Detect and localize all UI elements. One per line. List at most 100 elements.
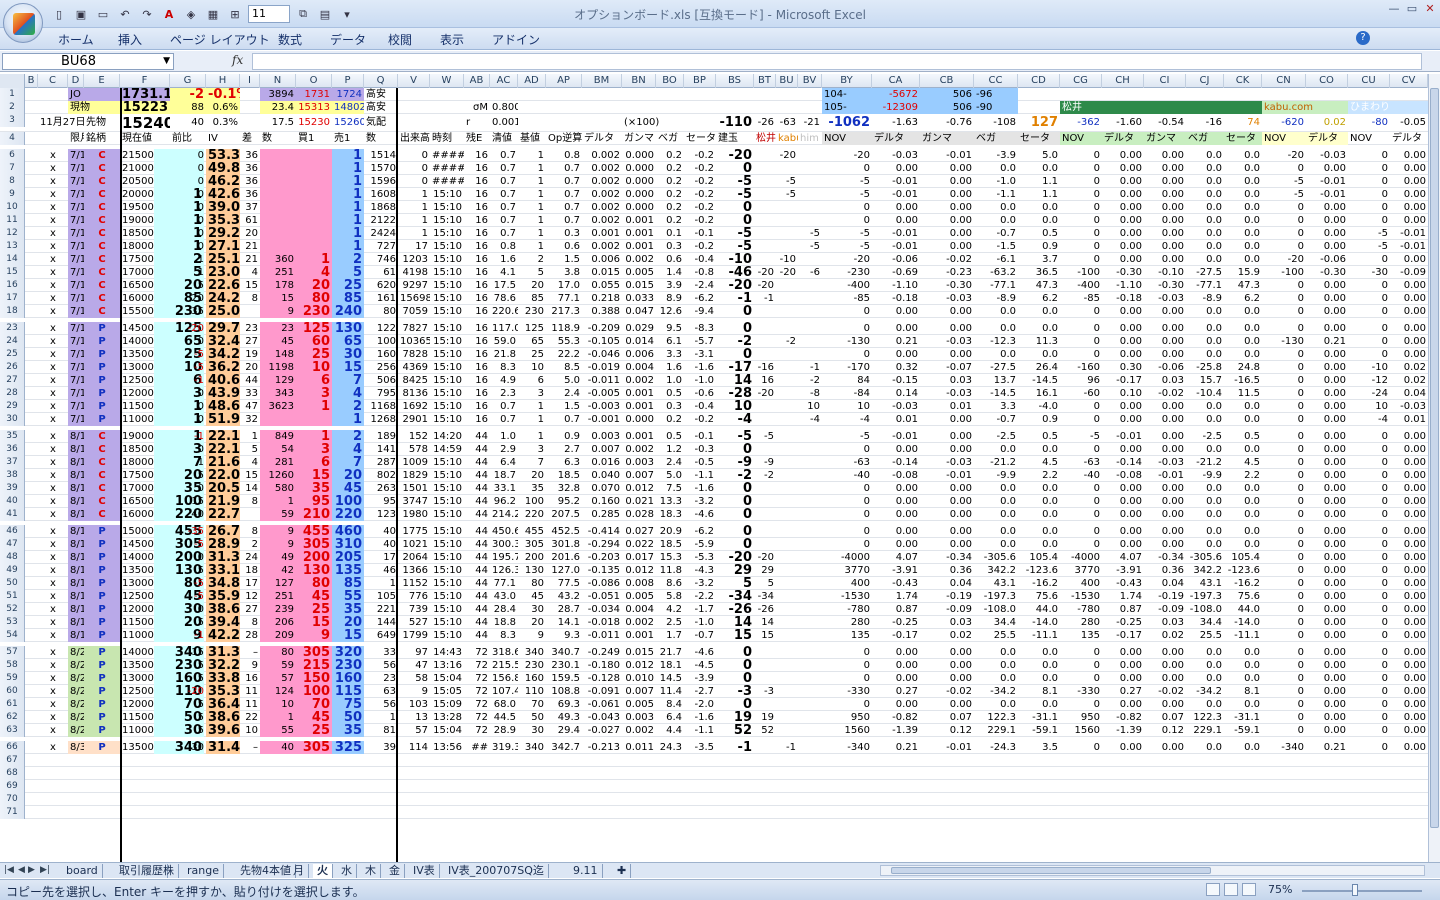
cell[interactable]: 0.00 — [1390, 646, 1428, 659]
cell[interactable]: 2901 — [398, 413, 430, 426]
cell[interactable]: -4.6 — [684, 508, 716, 521]
cell[interactable]: NOV — [1060, 132, 1102, 145]
cell[interactable]: (×100) — [622, 114, 684, 132]
cell[interactable] — [260, 227, 296, 240]
cell[interactable]: 0 — [1060, 672, 1102, 685]
cell[interactable]: 57 — [260, 672, 296, 685]
cell[interactable]: 0.047 — [622, 305, 656, 318]
cell[interactable]: 0.00 — [1390, 672, 1428, 685]
cell[interactable] — [754, 672, 776, 685]
cell[interactable] — [776, 564, 798, 577]
cell[interactable]: -20 — [170, 322, 206, 335]
cell[interactable]: -12309 — [872, 101, 920, 114]
cell[interactable]: 5 — [518, 266, 546, 279]
cell[interactable]: – — [240, 646, 260, 659]
cell[interactable]: 11.4 — [656, 685, 684, 698]
row-header[interactable]: 1 — [0, 88, 25, 101]
cell[interactable]: -3.5 — [684, 741, 716, 754]
cell[interactable]: 22.0 — [206, 469, 240, 482]
cell[interactable]: 0.00 — [1306, 672, 1348, 685]
cell[interactable]: 0 — [822, 672, 872, 685]
cell[interactable]: 0.0 — [1224, 253, 1262, 266]
cell[interactable] — [754, 201, 776, 214]
cell[interactable] — [798, 201, 822, 214]
cell[interactable]: P — [84, 400, 120, 413]
tab-formulas[interactable]: 数式 — [278, 31, 302, 48]
cell[interactable]: 15260 — [332, 114, 364, 132]
row-header[interactable]: 50 — [0, 577, 25, 590]
cell[interactable]: 31.3 — [206, 551, 240, 564]
cell[interactable]: -0.15 — [872, 374, 920, 387]
cell[interactable]: 5.0 — [1018, 149, 1060, 162]
cell[interactable]: 0.00 — [1306, 659, 1348, 672]
cell[interactable]: 38.6 — [206, 603, 240, 616]
cell[interactable]: 7/12 — [68, 335, 84, 348]
cell[interactable]: -34 — [716, 590, 754, 603]
cell[interactable]: 34.2 — [206, 348, 240, 361]
cell[interactable]: 0.02 — [1306, 114, 1348, 132]
row-header[interactable]: 39 — [0, 482, 25, 495]
cell[interactable]: 42 — [260, 564, 296, 577]
cell[interactable]: 81 — [364, 724, 398, 737]
cell[interactable]: 220.6 — [490, 305, 518, 318]
cell[interactable]: -0.091 — [582, 685, 622, 698]
cell[interactable]: 0 — [1262, 724, 1306, 737]
cell[interactable]: 7/12 — [68, 149, 84, 162]
cell[interactable] — [296, 162, 332, 175]
cell[interactable]: 0.9 — [1018, 413, 1060, 426]
cell[interactable]: 0 — [170, 175, 206, 188]
cell[interactable]: 75.6 — [1018, 590, 1060, 603]
cell[interactable] — [776, 387, 798, 400]
cell[interactable]: 6.2 — [1018, 292, 1060, 305]
cell[interactable]: 0 — [1262, 685, 1306, 698]
cell[interactable]: 差 — [240, 132, 260, 145]
cell[interactable]: 0.00 — [1102, 413, 1144, 426]
cell[interactable]: 9 — [240, 659, 260, 672]
cell[interactable]: C — [84, 240, 120, 253]
cell[interactable]: 0.012 — [622, 564, 656, 577]
cell[interactable]: -8.9 — [1186, 292, 1224, 305]
cell[interactable]: 0.001 — [622, 400, 656, 413]
cell[interactable]: 現物 — [68, 101, 120, 114]
cell[interactable]: 59 — [260, 659, 296, 672]
cell[interactable]: 0.2 — [656, 188, 684, 201]
cell[interactable]: 0 — [1060, 508, 1102, 521]
cell[interactable]: 0 — [822, 305, 872, 318]
cell[interactable]: 15:10 — [430, 188, 464, 201]
cell[interactable]: -21.2 — [974, 456, 1018, 469]
column-header[interactable]: F — [120, 74, 170, 88]
cell[interactable]: 15 — [332, 629, 364, 642]
cell[interactable]: -0.69 — [872, 266, 920, 279]
cell[interactable]: 0.0 — [1186, 646, 1224, 659]
cell[interactable]: 80 — [260, 646, 296, 659]
cell[interactable]: 0 — [822, 214, 872, 227]
cell[interactable]: 0 — [1348, 508, 1390, 521]
cell[interactable] — [754, 162, 776, 175]
column-header[interactable]: AP — [546, 74, 582, 88]
cell[interactable]: -230 — [822, 266, 872, 279]
column-header[interactable]: AB — [464, 74, 490, 88]
cell[interactable]: 33 — [364, 646, 398, 659]
cell[interactable]: -8.9 — [974, 292, 1018, 305]
cell[interactable]: 36.2 — [206, 361, 240, 374]
cell[interactable]: 28.7 — [546, 603, 582, 616]
cell[interactable]: 1829 — [398, 469, 430, 482]
cell[interactable]: 56 — [364, 659, 398, 672]
cell[interactable]: 1 — [296, 400, 332, 413]
office-button[interactable] — [3, 3, 43, 43]
cell[interactable]: 7/12 — [68, 322, 84, 335]
cell[interactable]: 210 — [296, 508, 332, 521]
cell[interactable]: 649 — [364, 629, 398, 642]
cell[interactable] — [798, 292, 822, 305]
cell[interactable]: -0.82 — [872, 711, 920, 724]
cell[interactable]: C — [84, 443, 120, 456]
column-header[interactable]: CN — [1262, 74, 1306, 88]
cell[interactable]: 17 — [240, 577, 260, 590]
cell[interactable]: P — [84, 564, 120, 577]
cell[interactable]: 47.3 — [1018, 279, 1060, 292]
cell[interactable]: 3770 — [1060, 564, 1102, 577]
cell[interactable]: 15:10 — [430, 564, 464, 577]
cell[interactable]: 0 — [1262, 495, 1306, 508]
cell[interactable]: 0.00 — [1306, 698, 1348, 711]
cell[interactable]: 0.0 — [974, 495, 1018, 508]
